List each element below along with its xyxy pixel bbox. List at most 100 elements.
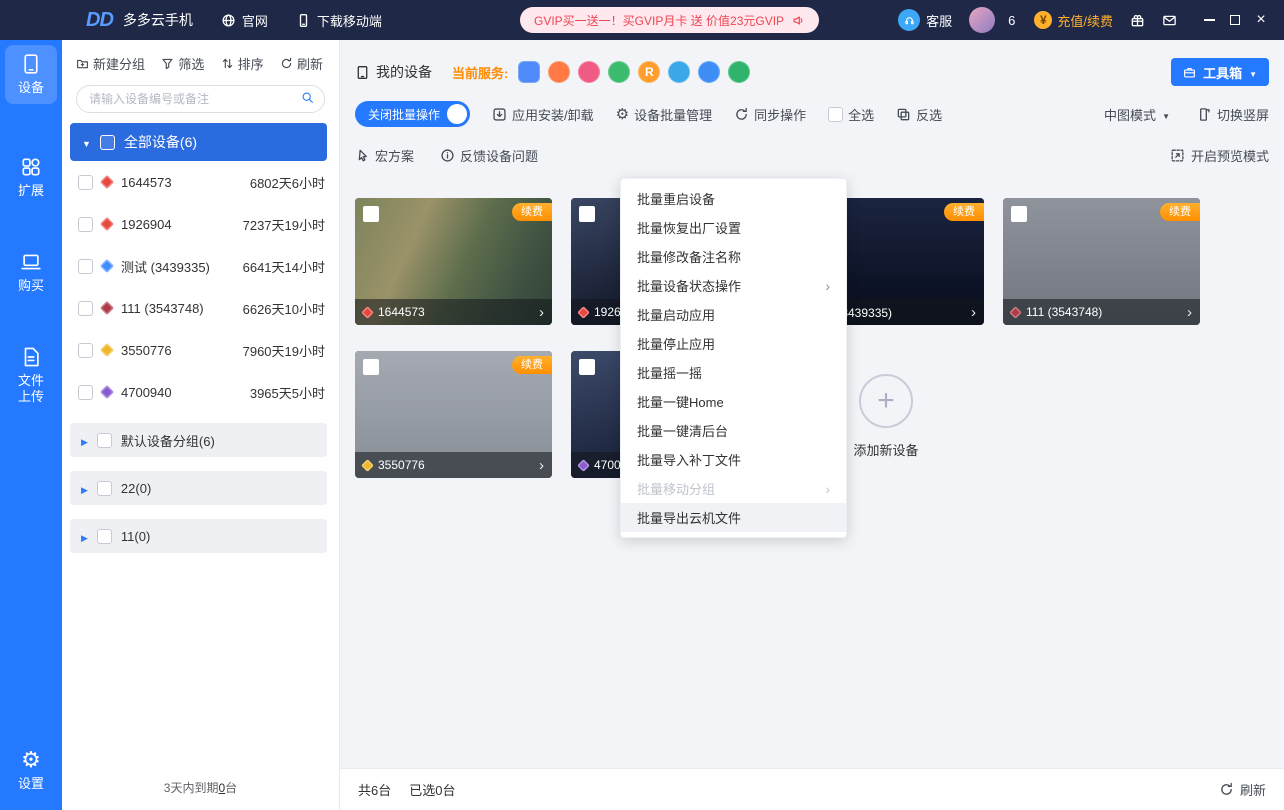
- close-batch-toggle[interactable]: 关闭批量操作: [355, 101, 470, 127]
- device-checkbox[interactable]: [78, 385, 93, 400]
- toolbox-button[interactable]: 工具箱: [1171, 58, 1269, 86]
- macro-plan-button[interactable]: 宏方案: [355, 146, 414, 165]
- renew-badge[interactable]: 续费: [1160, 203, 1200, 221]
- device-list-item[interactable]: 111 (3543748) 6626天10小时: [62, 287, 339, 329]
- menu-item-import-patch[interactable]: 批量导入补丁文件: [621, 445, 846, 474]
- select-all-control[interactable]: 全选: [828, 105, 874, 124]
- device-list-item[interactable]: 4700940 3965天5小时: [62, 371, 339, 413]
- device-checkbox[interactable]: [78, 175, 93, 190]
- device-list-item[interactable]: 测试 (3439335) 6641天14小时: [62, 245, 339, 287]
- sync-operation-button[interactable]: 同步操作: [734, 105, 806, 124]
- sidebar-item-file-upload[interactable]: 文件上传: [5, 338, 57, 413]
- filter-button[interactable]: 筛选: [161, 54, 204, 73]
- menu-item-home[interactable]: 批量一键Home: [621, 387, 846, 416]
- device-card-checkbox[interactable]: [363, 206, 379, 222]
- close-button[interactable]: ×: [1248, 0, 1274, 40]
- device-checkbox[interactable]: [78, 217, 93, 232]
- device-card-checkbox[interactable]: [579, 359, 595, 375]
- download-mobile-link[interactable]: 下载移动端: [296, 11, 382, 30]
- menu-item-label: 批量一键清后台: [637, 421, 728, 440]
- gift-box-button[interactable]: [1130, 13, 1145, 28]
- menu-item-stop-app[interactable]: 批量停止应用: [621, 329, 846, 358]
- view-mode-label: 中图模式: [1104, 105, 1156, 124]
- promo-banner[interactable]: GVIP买一送一！买GVIP月卡 送 价值23元GVIP: [520, 7, 819, 33]
- device-group-default[interactable]: 默认设备分组(6): [70, 423, 327, 457]
- chevron-right-icon[interactable]: [539, 305, 544, 320]
- group-checkbox[interactable]: [97, 481, 112, 496]
- switch-portrait-button[interactable]: 切换竖屏: [1196, 105, 1269, 124]
- menu-item-status-ops[interactable]: 批量设备状态操作: [621, 271, 846, 300]
- minimize-button[interactable]: [1196, 0, 1222, 40]
- customer-service-button[interactable]: 客服: [898, 9, 952, 31]
- group-checkbox[interactable]: [97, 529, 112, 544]
- chevron-right-icon[interactable]: [539, 458, 544, 473]
- menu-item-clear-background[interactable]: 批量一键清后台: [621, 416, 846, 445]
- service-app-icon: [518, 61, 540, 83]
- view-mode-dropdown[interactable]: 中图模式: [1104, 105, 1170, 124]
- status-bar: 共6台 已选0台 刷新: [340, 768, 1284, 810]
- batch-manage-button[interactable]: ⚙ 设备批量管理: [616, 105, 712, 124]
- all-devices-checkbox[interactable]: [100, 135, 115, 150]
- device-checkbox[interactable]: [78, 301, 93, 316]
- renew-badge[interactable]: 续费: [512, 203, 552, 221]
- device-search-input[interactable]: [76, 85, 325, 113]
- chevron-right-icon[interactable]: [81, 433, 88, 448]
- selected-count: 已选0台: [409, 780, 455, 799]
- chevron-right-icon[interactable]: [81, 529, 88, 544]
- device-group-22[interactable]: 22(0): [70, 471, 327, 505]
- chevron-right-icon[interactable]: [1187, 305, 1192, 320]
- user-avatar[interactable]: [969, 7, 995, 33]
- sidebar-item-settings[interactable]: ⚙ 设置: [5, 741, 57, 800]
- device-card-checkbox[interactable]: [363, 359, 379, 375]
- all-devices-group[interactable]: 全部设备(6): [70, 123, 327, 161]
- device-checkbox[interactable]: [78, 343, 93, 358]
- maximize-button[interactable]: [1222, 0, 1248, 40]
- submenu-arrow-icon: [825, 482, 830, 496]
- group-checkbox[interactable]: [97, 433, 112, 448]
- chevron-down-icon: [1249, 65, 1257, 80]
- menu-item-rename-note[interactable]: 批量修改备注名称: [621, 242, 846, 271]
- device-card[interactable]: 续费 3550776: [355, 351, 552, 478]
- sidebar-item-devices[interactable]: 设备: [5, 45, 57, 104]
- sort-button[interactable]: 排序: [221, 54, 264, 73]
- panel-refresh-button[interactable]: 刷新: [280, 54, 323, 73]
- sidebar-item-purchase[interactable]: 购买: [5, 243, 57, 302]
- select-all-checkbox[interactable]: [828, 107, 843, 122]
- new-group-button[interactable]: 新建分组: [76, 54, 145, 73]
- search-icon[interactable]: [301, 91, 314, 107]
- device-checkbox[interactable]: [78, 259, 93, 274]
- device-card-checkbox[interactable]: [1011, 206, 1027, 222]
- menu-item-shake[interactable]: 批量摇一摇: [621, 358, 846, 387]
- menu-item-factory-reset[interactable]: 批量恢复出厂设置: [621, 213, 846, 242]
- invert-selection-button[interactable]: 反选: [896, 105, 942, 124]
- menu-item-move-group[interactable]: 批量移动分组: [621, 474, 846, 503]
- menu-item-start-app[interactable]: 批量启动应用: [621, 300, 846, 329]
- official-site-link[interactable]: 官网: [221, 11, 268, 30]
- menu-item-export-files[interactable]: 批量导出云机文件: [621, 503, 846, 532]
- mail-button[interactable]: [1162, 13, 1177, 28]
- new-group-label: 新建分组: [93, 54, 145, 73]
- device-list-item[interactable]: 1644573 6802天6小时: [62, 161, 339, 203]
- gift-icon: [1130, 13, 1145, 28]
- app-title: 多多云手机: [123, 10, 193, 30]
- preview-mode-button[interactable]: 开启预览模式: [1170, 146, 1269, 165]
- feedback-button[interactable]: 反馈设备问题: [440, 146, 538, 165]
- submenu-arrow-icon: [825, 279, 830, 293]
- device-list-item[interactable]: 1926904 7237天19小时: [62, 203, 339, 245]
- switch-portrait-label: 切换竖屏: [1217, 105, 1269, 124]
- renew-badge[interactable]: 续费: [512, 356, 552, 374]
- chevron-right-icon[interactable]: [971, 305, 976, 320]
- menu-item-batch-restart[interactable]: 批量重启设备: [621, 184, 846, 213]
- device-card[interactable]: 续费 1644573: [355, 198, 552, 325]
- device-list-item[interactable]: 3550776 7960天19小时: [62, 329, 339, 371]
- chevron-right-icon[interactable]: [81, 481, 88, 496]
- app-install-button[interactable]: 应用安装/卸载: [492, 105, 594, 124]
- chevron-down-icon[interactable]: [82, 134, 91, 150]
- sidebar-item-extensions[interactable]: 扩展: [5, 148, 57, 207]
- device-card[interactable]: 续费 111 (3543748): [1003, 198, 1200, 325]
- renew-badge[interactable]: 续费: [944, 203, 984, 221]
- refresh-button[interactable]: 刷新: [1219, 780, 1266, 799]
- recharge-button[interactable]: ¥ 充值/续费: [1034, 11, 1113, 30]
- device-card-checkbox[interactable]: [579, 206, 595, 222]
- device-group-11[interactable]: 11(0): [70, 519, 327, 553]
